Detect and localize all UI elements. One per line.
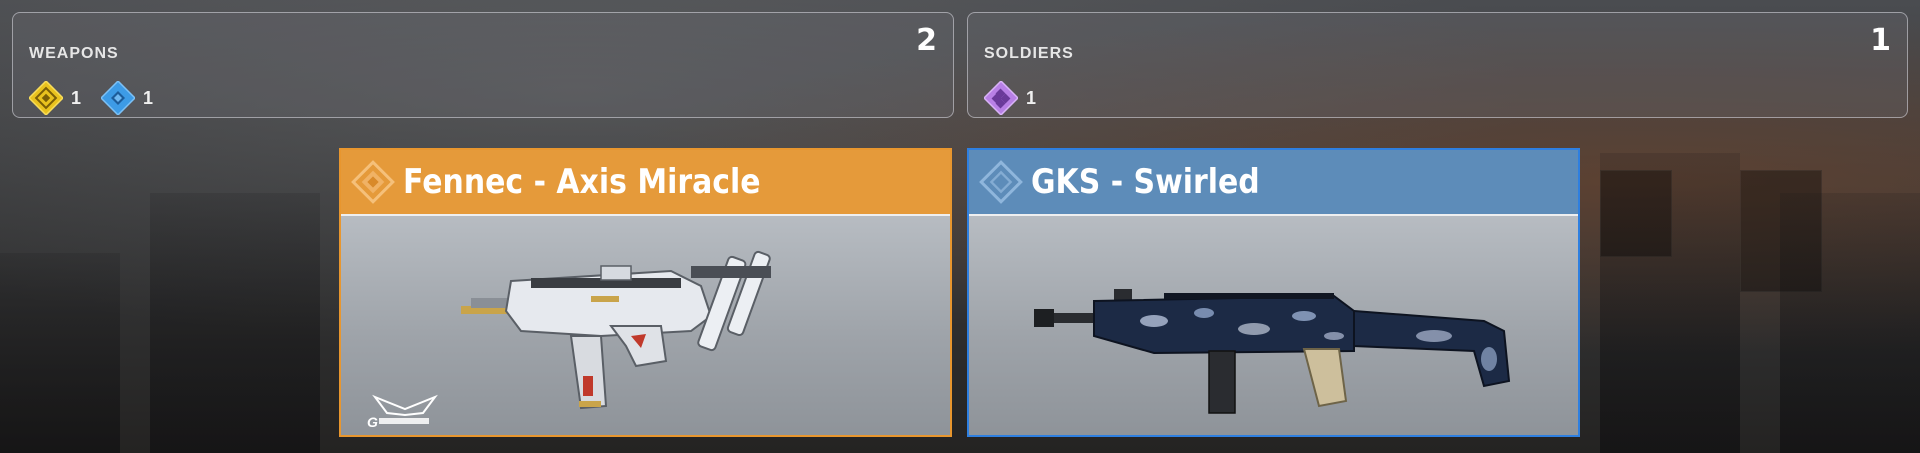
rare-count: 1 [143,87,154,108]
background-building [1780,193,1920,453]
rare-blue-diamond-icon [101,81,136,115]
card-header: Fennec - Axis Miracle [341,150,950,214]
background-building [150,193,320,453]
epic-count: 1 [1026,87,1037,108]
card-title: GKS - Swirled [1031,162,1260,202]
weapons-rarity-row: 1 1 [29,81,167,115]
fennec-axis-miracle-weapon-image [461,250,771,410]
legendary-diamond-icon [351,160,395,204]
svg-text:G: G [367,414,378,430]
soldiers-summary-panel: SOLDIERS 1 1 [967,12,1908,118]
background-window [1600,170,1672,257]
card-image-area [969,214,1578,435]
weapon-card-fennec-axis-miracle[interactable]: Fennec - Axis Miracle G [339,148,952,437]
rarity-item-rare: 1 [101,81,153,115]
weapons-title: WEAPONS [29,45,119,62]
gks-swirled-weapon-image [1034,289,1511,414]
rare-diamond-icon [979,160,1023,204]
legendary-gold-diamond-icon [29,81,63,115]
card-image-area: G [341,214,950,435]
epic-purple-diamond-icon [984,81,1018,115]
background-building [0,253,120,453]
weapons-count: 2 [916,23,937,58]
soldiers-count: 1 [1870,23,1891,58]
rarity-item-epic: 1 [984,81,1036,115]
legendary-count: 1 [71,87,82,108]
weapon-card-gks-swirled[interactable]: GKS - Swirled [967,148,1580,437]
soldiers-title: SOLDIERS [984,45,1074,62]
soldiers-rarity-row: 1 [984,81,1050,115]
card-title: Fennec - Axis Miracle [403,162,761,202]
weapons-summary-panel: WEAPONS 2 1 1 [12,12,954,118]
rarity-item-legendary: 1 [29,81,81,115]
card-header: GKS - Swirled [969,150,1578,214]
brand-logo-icon: G [367,394,438,430]
